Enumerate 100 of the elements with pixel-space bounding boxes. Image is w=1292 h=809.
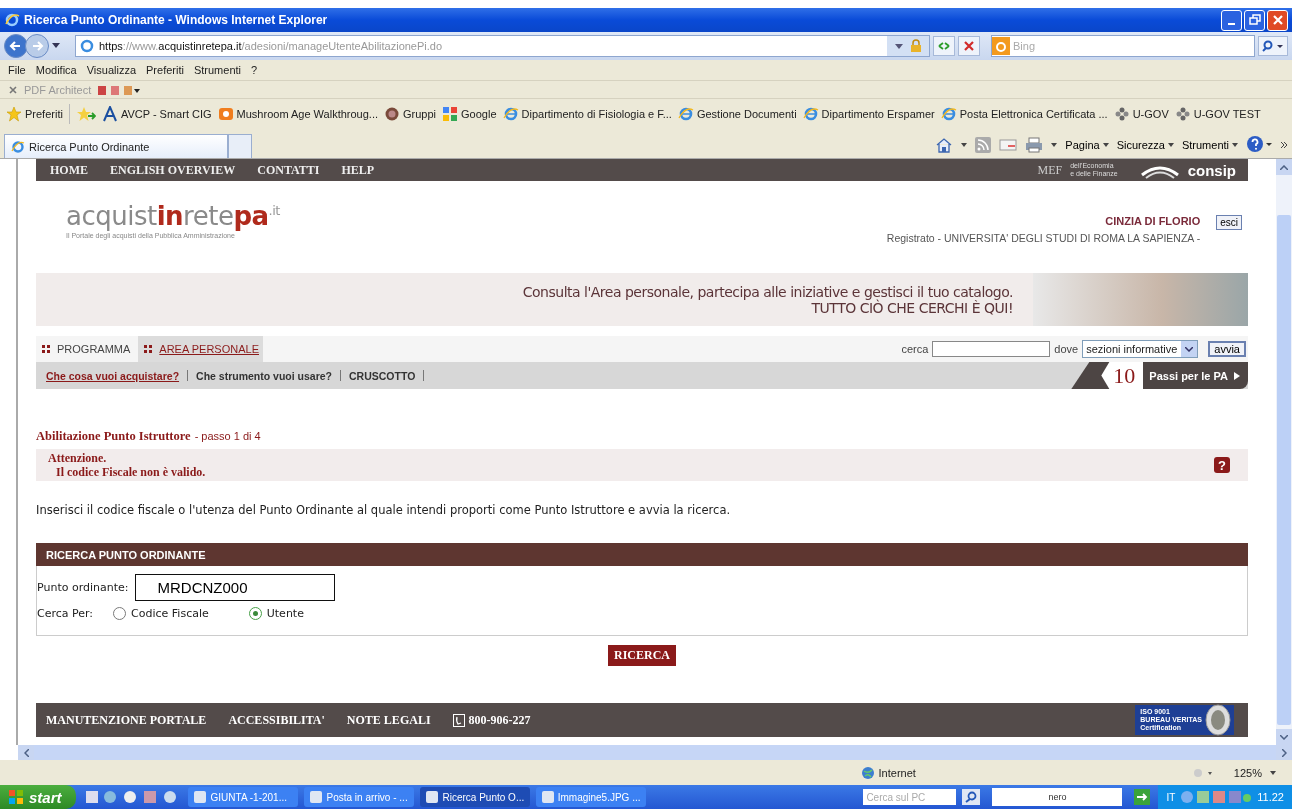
favorite-link[interactable]: Google: [442, 106, 497, 122]
section-tab[interactable]: AREA PERSONALE: [138, 336, 263, 362]
menu-item[interactable]: Preferiti: [146, 64, 184, 76]
taskbar-button[interactable]: Posta in arrivo - ...: [303, 787, 414, 807]
add-favorite-icon[interactable]: [75, 106, 96, 122]
minimize-icon: [1228, 23, 1235, 25]
restore-button[interactable]: [1244, 9, 1265, 31]
radio-option[interactable]: Codice Fiscale: [113, 607, 209, 620]
browser-tab[interactable]: Ricerca Punto Ordinante: [4, 134, 228, 158]
menu-item[interactable]: Visualizza: [86, 64, 137, 76]
caret-icon: [1185, 346, 1194, 352]
user-name: CINZIA DI FLORIO: [1105, 215, 1201, 227]
close-icon[interactable]: [8, 84, 18, 95]
start-button[interactable]: start: [0, 785, 76, 809]
toolbar-icons-drawing[interactable]: [97, 83, 142, 96]
close-button[interactable]: [1267, 9, 1288, 31]
nav-link[interactable]: ENGLISH OVERVIEW: [110, 162, 236, 178]
favorites-button[interactable]: Preferiti: [6, 106, 63, 122]
radio-option[interactable]: Utente: [248, 607, 304, 620]
toolbar-logo[interactable]: nero: [992, 788, 1123, 806]
search-icon: [1262, 40, 1284, 52]
window-title: Ricerca Punto Ordinante - Windows Internet Explorer: [24, 13, 328, 27]
zoom-level[interactable]: 125%: [1233, 766, 1262, 779]
menu-item[interactable]: File: [8, 64, 26, 76]
search-provider-icon: [992, 37, 1010, 55]
command-menu-button[interactable]: Pagina: [1065, 139, 1109, 151]
dropdown-arrow-icon[interactable]: [961, 143, 968, 147]
printer-icon[interactable]: [1025, 137, 1044, 153]
back-arrow-icon: [9, 39, 23, 53]
caret-icon: [1232, 143, 1238, 147]
search-submit-button[interactable]: avvia: [1208, 341, 1246, 357]
menu-item[interactable]: ?: [251, 64, 258, 76]
help-icon: [1246, 134, 1272, 153]
favorite-link[interactable]: U-GOV TEST: [1174, 106, 1261, 122]
menu-item[interactable]: Modifica: [35, 64, 77, 76]
taskbar-button[interactable]: Ricerca Punto O...: [419, 787, 530, 807]
input-field[interactable]: MRDCNZ000: [134, 574, 335, 601]
app-icon: [308, 790, 323, 804]
favorite-link[interactable]: Mushroom Age Walkthroug...: [217, 106, 378, 122]
sub-nav-link[interactable]: CRUSCOTTO: [349, 369, 416, 382]
logout-button[interactable]: esci: [1216, 215, 1242, 230]
search-button[interactable]: RICERCA: [608, 645, 676, 666]
user-organization: Registrato - UNIVERSITA' DEGLI STUDI DI ROMA LA SAPIENZA -: [886, 232, 1201, 244]
steps-banner-link[interactable]: 10 Passi per le PA: [1071, 362, 1248, 389]
phone-icon: [452, 713, 465, 727]
nav-link[interactable]: HELP: [341, 162, 375, 178]
favorite-link[interactable]: Gruppi: [384, 106, 437, 122]
home-icon[interactable]: [935, 137, 954, 153]
taskbar-button[interactable]: GIUNTA -1-201...: [187, 787, 298, 807]
caret-icon: [1167, 143, 1174, 147]
section-tab[interactable]: PROGRAMMA: [36, 336, 135, 362]
search-button[interactable]: [962, 789, 981, 805]
favorite-link[interactable]: Dipartimento di Fisiologia e F...: [502, 106, 672, 122]
chevron-icon[interactable]: [1280, 141, 1288, 149]
favorite-link[interactable]: Dipartimento Erspamer: [802, 106, 935, 122]
site-search-field[interactable]: [932, 341, 1051, 357]
dropdown-arrow-icon[interactable]: [1270, 770, 1276, 775]
banner-text: Consulta l'Area personale, partecipa alle iniziative e gestisci il tuo catalogo.: [522, 283, 1013, 300]
help-button[interactable]: ?: [1214, 457, 1230, 473]
sub-nav-link[interactable]: Che strumento vuoi usare?: [196, 369, 332, 382]
stop-button[interactable]: [958, 36, 980, 56]
forward-arrow-icon: [30, 39, 44, 53]
nav-link[interactable]: CONTATTI: [257, 162, 320, 178]
dropdown-arrow-icon[interactable]: [52, 43, 60, 49]
refresh-arrows-icon: [937, 40, 951, 52]
vertical-scrollbar[interactable]: [1276, 159, 1292, 745]
windows-flag-icon: [8, 789, 24, 805]
squares-icon: [442, 106, 459, 122]
sub-nav-link[interactable]: Che cosa vuoi acquistare?: [46, 369, 180, 382]
command-menu-button[interactable]: Sicurezza: [1116, 139, 1174, 151]
play-arrow-icon: [1234, 371, 1240, 380]
footer-link[interactable]: NOTE LEGALI: [346, 712, 431, 728]
horizontal-scrollbar[interactable]: [18, 745, 1292, 760]
footer-link[interactable]: MANUTENZIONE PORTALE: [46, 712, 207, 728]
scope-dropdown[interactable]: sezioni informative: [1082, 340, 1199, 358]
error-message: Il codice Fiscale non è valido.: [55, 465, 206, 479]
address-field[interactable]: https://www.acquistinretepa.it/adesioni/manageUtenteAbilitazionePi.do: [75, 35, 930, 57]
command-menu-button[interactable]: Strumenti: [1181, 139, 1238, 151]
letter-a-icon: [101, 106, 118, 122]
site-logo[interactable]: acquistinretepa$^{.it}$: [66, 201, 280, 231]
dots-icon: [1174, 106, 1191, 122]
search-button[interactable]: [1258, 36, 1288, 56]
favorite-link[interactable]: U-GOV: [1113, 106, 1169, 122]
footer-link[interactable]: ACCESSIBILITA': [228, 712, 325, 728]
back-button[interactable]: [4, 34, 28, 58]
favorite-link[interactable]: Gestione Documenti: [677, 106, 797, 122]
minimize-button[interactable]: [1221, 9, 1242, 31]
toolbar-label: PDF Architect: [24, 83, 92, 96]
favorite-link[interactable]: Posta Elettronica Certificata ...: [940, 106, 1108, 122]
refresh-button[interactable]: [933, 36, 955, 56]
taskbar-button[interactable]: Immagine5.JPG ...: [535, 787, 646, 807]
menu-item[interactable]: Strumenti: [193, 64, 241, 76]
url-text: https://www.acquistinretepa.it/adesioni/manageUtenteAbilitazionePi.do: [99, 40, 443, 52]
search-icon: [965, 791, 978, 803]
nav-link[interactable]: HOME: [50, 162, 88, 178]
dropdown-arrow-icon[interactable]: [1051, 143, 1058, 147]
mail-icon[interactable]: [999, 138, 1018, 152]
app-icon: [540, 790, 554, 804]
favorite-link[interactable]: AVCP - Smart CIG: [101, 106, 212, 122]
browser-page-icon: [502, 106, 519, 122]
